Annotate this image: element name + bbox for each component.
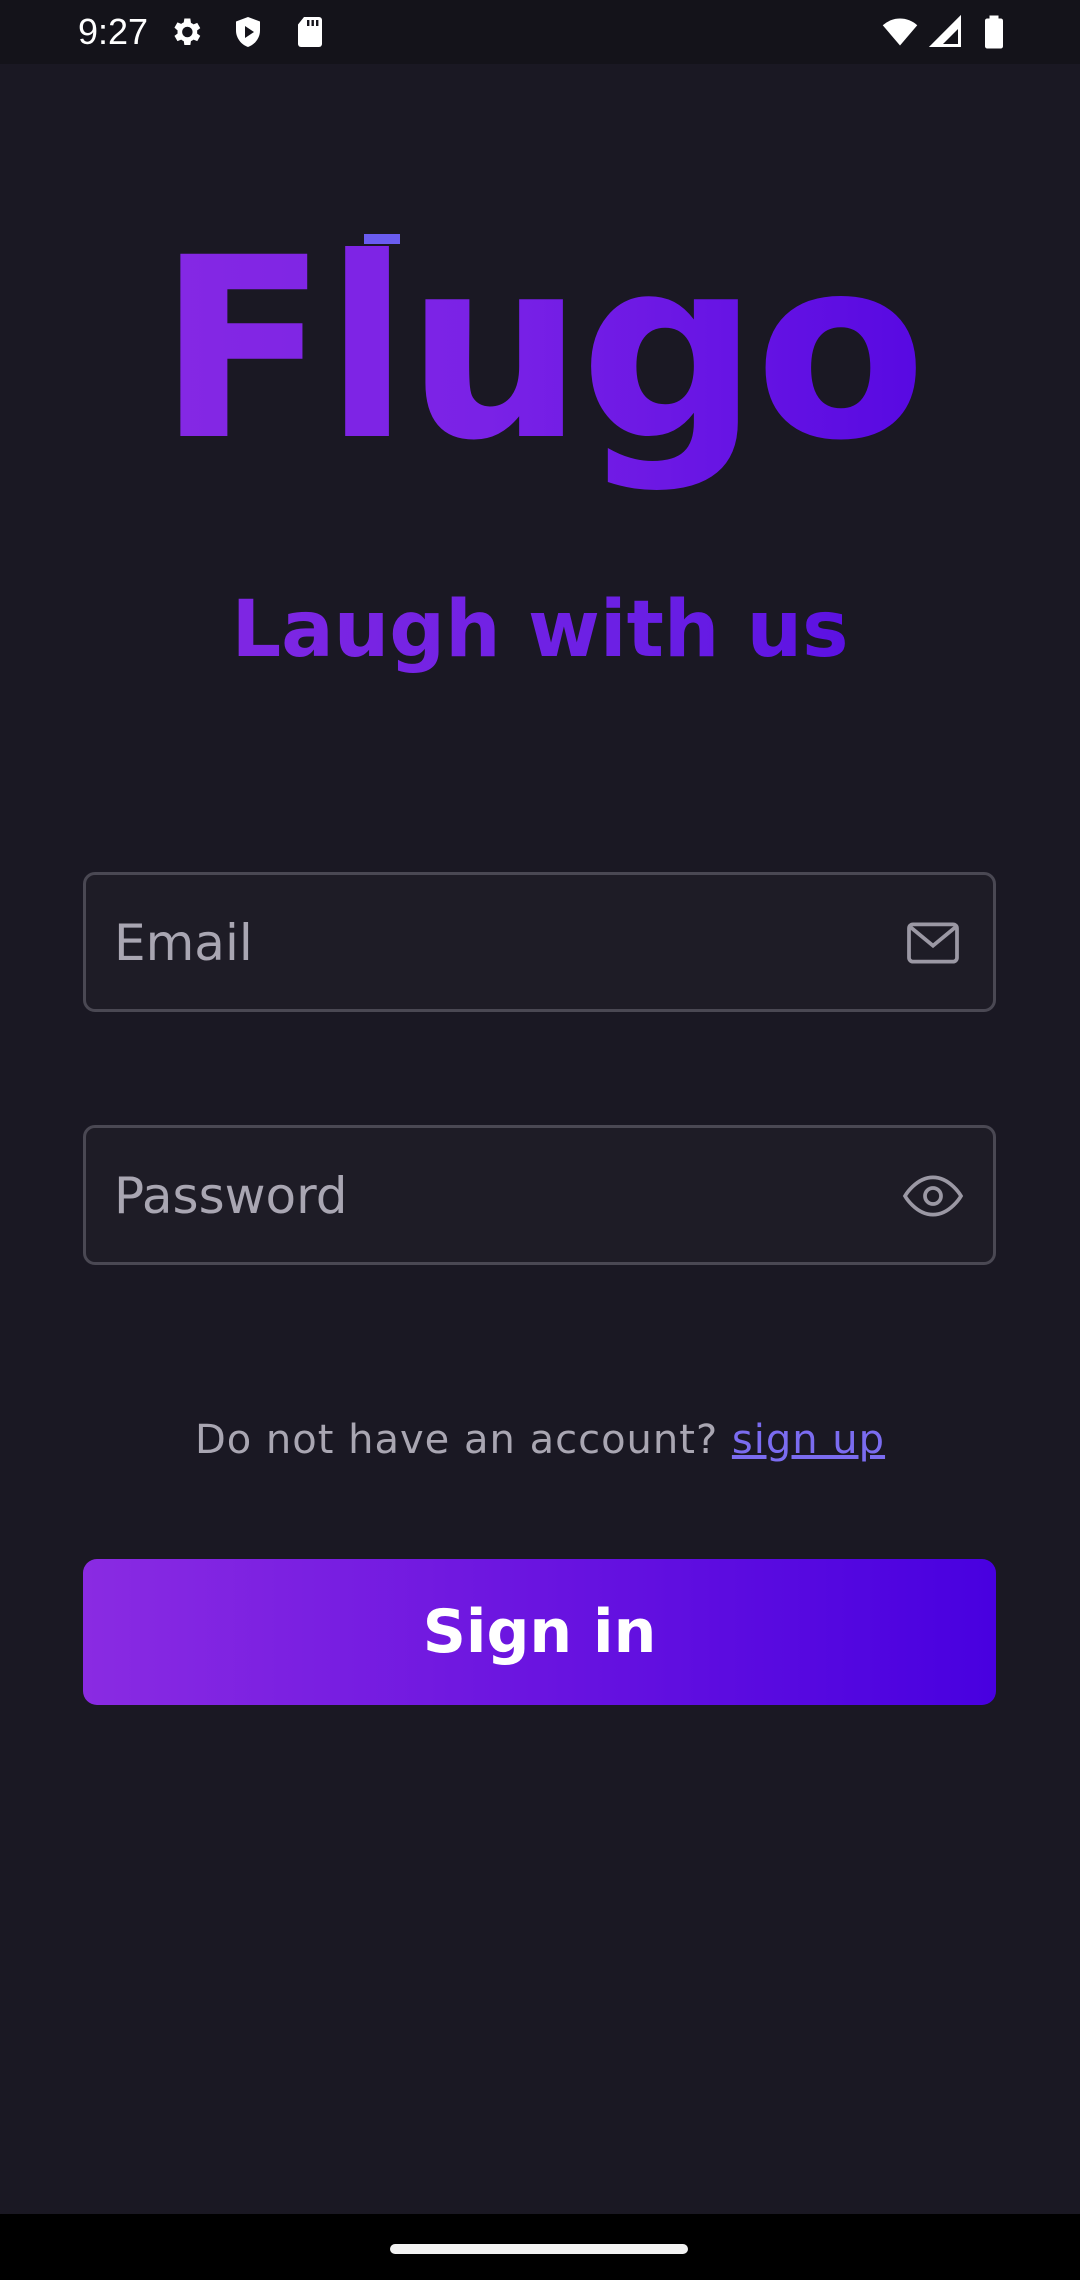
home-indicator[interactable] — [390, 2244, 688, 2254]
email-input[interactable] — [112, 875, 876, 1011]
settings-icon — [168, 14, 204, 50]
password-field[interactable] — [83, 1125, 996, 1265]
sd-card-icon — [292, 14, 328, 50]
status-time: 9:27 — [78, 11, 149, 52]
mail-icon — [901, 911, 965, 975]
logo-accent-bar — [364, 234, 400, 244]
password-input[interactable] — [112, 1128, 876, 1264]
account-prompt: Do not have an account? sign up — [0, 1405, 1080, 1475]
email-field[interactable] — [83, 872, 996, 1012]
tagline: Laugh with us — [0, 575, 1080, 685]
wifi-icon — [882, 14, 918, 50]
shield-play-icon — [230, 14, 266, 50]
battery-icon — [976, 14, 1012, 50]
sign-up-link[interactable]: sign up — [732, 1417, 885, 1463]
app-logo: Flugo — [0, 200, 1080, 500]
login-screen: 9:27 Flugo Laugh with us Email Do not ha… — [0, 0, 1080, 2280]
sign-in-button[interactable]: Sign in — [83, 1559, 996, 1705]
eye-icon[interactable] — [901, 1164, 965, 1228]
signal-icon — [928, 14, 964, 50]
status-bar: 9:27 — [0, 0, 1080, 64]
account-prompt-text: Do not have an account? — [194, 1417, 732, 1463]
navigation-bar — [0, 2214, 1080, 2280]
